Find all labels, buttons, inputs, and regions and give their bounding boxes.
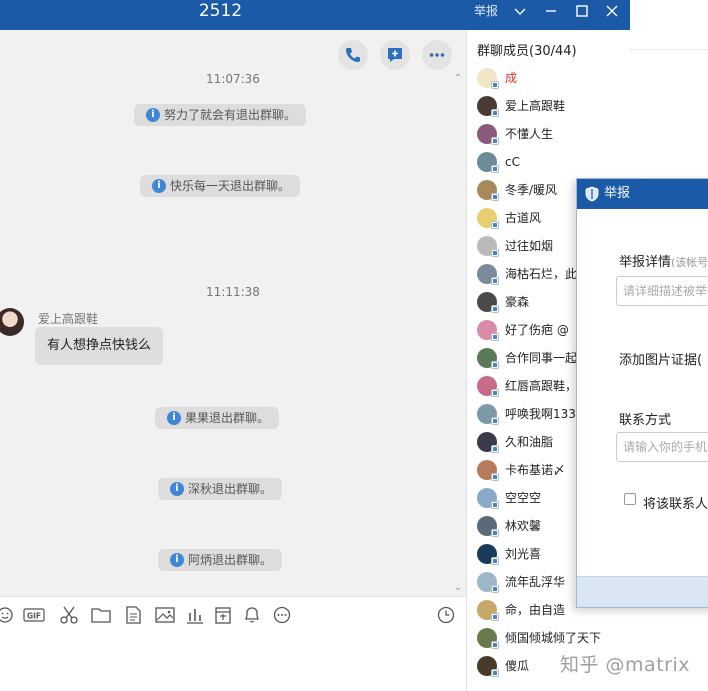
gif-icon[interactable]: GIF: [23, 605, 45, 625]
device-status-icon: [491, 81, 499, 89]
avatar[interactable]: [0, 308, 24, 336]
report-dialog-footer: [577, 576, 708, 607]
device-status-icon: [491, 417, 499, 425]
device-status-icon: [491, 585, 499, 593]
call-button[interactable]: [338, 40, 368, 70]
info-icon: i: [146, 108, 160, 122]
device-status-icon: [491, 277, 499, 285]
device-status-icon: [491, 613, 499, 621]
member-name: 成: [505, 71, 518, 85]
minimize-icon[interactable]: [543, 3, 559, 19]
system-notice: i 果果退出群聊。: [155, 407, 280, 429]
image-icon[interactable]: [154, 605, 176, 625]
calendar-icon[interactable]: [212, 605, 234, 625]
add-chat-button[interactable]: [380, 40, 410, 70]
more-icon[interactable]: [271, 605, 293, 625]
system-notice: i 快乐每一天退出群聊。: [140, 175, 301, 197]
info-icon: i: [170, 482, 184, 496]
member-list-header: 群聊成员(30/44): [477, 44, 577, 59]
report-detail-hint: (该帐号: [671, 256, 708, 269]
document-icon[interactable]: [122, 605, 144, 625]
chat-plus-icon: [388, 48, 402, 62]
report-image-label: 添加图片证据(: [619, 353, 703, 368]
bell-icon[interactable]: [241, 605, 263, 625]
chevron-down-icon[interactable]: [512, 3, 528, 19]
member-name: 不懂人生: [505, 127, 554, 141]
title-bar: 2512 举报: [0, 0, 630, 30]
device-status-icon: [491, 137, 499, 145]
member-item[interactable]: cC: [467, 148, 631, 176]
device-status-icon: [491, 109, 499, 117]
timestamp: 11:11:38: [206, 285, 260, 299]
device-status-icon: [491, 165, 499, 173]
device-status-icon: [491, 473, 499, 481]
watermark: 知乎 @matrix: [560, 654, 690, 676]
desktop-background: [630, 0, 708, 50]
app-window: 2512 举报 ⌃ ⌄ 11:07:36 i 努力了就会有退出群聊。 i 快乐每…: [0, 0, 708, 691]
member-item[interactable]: 倾国倾城倾了天下: [467, 624, 631, 652]
share-contact-label: 将该联系人: [643, 497, 708, 512]
chat-panel: ⌃ ⌄ 11:07:36 i 努力了就会有退出群聊。 i 快乐每一天退出群聊。 …: [0, 30, 466, 596]
info-icon: i: [170, 553, 184, 567]
device-status-icon: [491, 333, 499, 341]
report-detail-label: 举报详情(该帐号: [619, 255, 708, 270]
member-item[interactable]: 爱上高跟鞋: [467, 92, 631, 120]
device-status-icon: [491, 389, 499, 397]
contact-input[interactable]: 请输入你的手机号: [616, 432, 708, 462]
info-icon: i: [167, 411, 181, 425]
contact-label: 联系方式: [619, 413, 672, 428]
member-item[interactable]: 成: [467, 64, 631, 92]
message-bubble: 有人想挣点快钱么: [35, 327, 164, 365]
share-contact-checkbox[interactable]: [624, 493, 636, 505]
maximize-icon[interactable]: [574, 3, 590, 19]
device-status-icon: [491, 501, 499, 509]
device-status-icon: [491, 641, 499, 649]
message-sender: 爱上高跟鞋: [38, 312, 99, 326]
member-name: 爱上高跟鞋: [505, 99, 566, 113]
system-notice: i 深秋退出群聊。: [158, 478, 283, 500]
system-notice: i 阿炳退出群聊。: [158, 549, 283, 571]
close-icon[interactable]: [604, 3, 620, 19]
message-input[interactable]: [0, 632, 466, 691]
system-notice: i 努力了就会有退出群聊。: [134, 104, 307, 126]
emoji-icon[interactable]: [0, 605, 16, 625]
window-title: 2512: [198, 1, 243, 21]
device-status-icon: [491, 669, 499, 677]
report-dialog-titlebar: 举报: [577, 179, 708, 209]
report-detail-input[interactable]: 请详细描述被举报帐号: [616, 276, 708, 306]
scroll-down-arrow[interactable]: ⌄: [452, 583, 464, 593]
more-button[interactable]: [422, 40, 452, 70]
device-status-icon: [491, 445, 499, 453]
input-toolbar: GIF: [0, 596, 466, 632]
member-item[interactable]: 不懂人生: [467, 120, 631, 148]
report-dialog: 举报 举报详情(该帐号 请详细描述被举报帐号 添加图片证据( 联系方式 请输入你…: [576, 178, 708, 608]
phone-icon: [346, 48, 360, 62]
report-link[interactable]: 举报: [474, 2, 498, 19]
shield-icon: [585, 186, 599, 202]
device-status-icon: [491, 221, 499, 229]
svg-text:GIF: GIF: [27, 612, 41, 621]
scissors-icon[interactable]: [58, 605, 80, 625]
folder-icon[interactable]: [90, 605, 112, 625]
device-status-icon: [491, 361, 499, 369]
device-status-icon: [491, 249, 499, 257]
member-name: cC: [505, 155, 520, 169]
device-status-icon: [491, 193, 499, 201]
device-status-icon: [491, 557, 499, 565]
device-status-icon: [491, 529, 499, 537]
info-icon: i: [152, 179, 166, 193]
member-name: 倾国倾城倾了天下: [505, 631, 602, 645]
timestamp: 11:07:36: [206, 72, 260, 86]
more-icon: [429, 53, 445, 57]
report-dialog-title: 举报: [604, 186, 631, 201]
chart-icon[interactable]: [184, 605, 206, 625]
clock-icon[interactable]: [435, 605, 457, 625]
device-status-icon: [491, 305, 499, 313]
